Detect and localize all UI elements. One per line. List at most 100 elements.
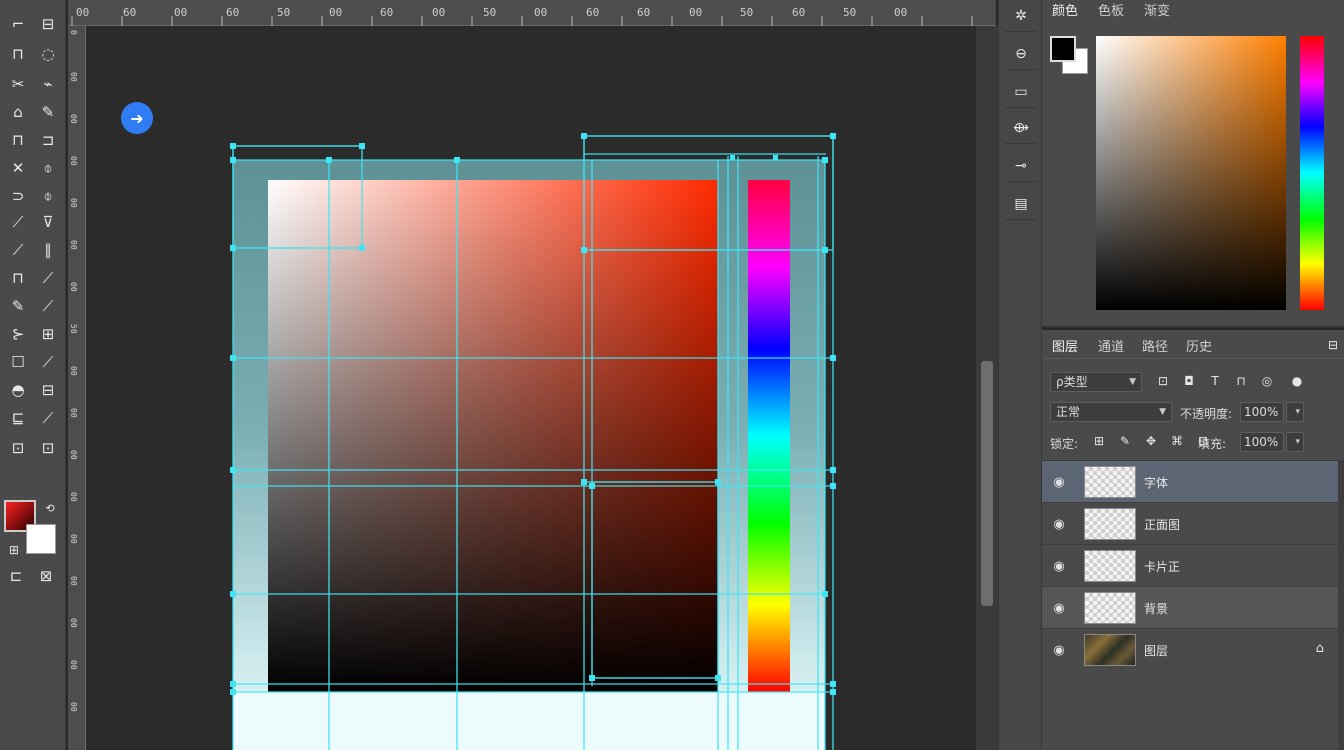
shape-tool-icon[interactable]: ⊡ (6, 436, 30, 460)
eye-icon[interactable]: ◉ (1050, 599, 1068, 617)
ruler-label: 00 (69, 240, 78, 250)
eye-icon[interactable]: ◉ (1050, 515, 1068, 533)
move-tool-icon[interactable]: ⌐ (6, 12, 30, 36)
ruler-label: 0 (69, 30, 78, 35)
layer-row[interactable]: ◉ 图层 ⌂ (1042, 628, 1338, 670)
crop-tool-icon[interactable]: ⌂ (6, 100, 30, 124)
ruler-ticks (71, 16, 973, 26)
frame-tool-icon[interactable]: ⊐ (36, 128, 60, 152)
fill-value: 100% (1244, 435, 1279, 449)
marquee-tool-icon[interactable]: ⊓ (6, 42, 30, 66)
fill-label: 填充: (1198, 437, 1227, 451)
layer-row[interactable]: ◉ 背景 (1042, 586, 1338, 628)
blur-tool-icon[interactable]: ⊱ (6, 322, 30, 346)
tab-color[interactable]: 颜色 (1052, 0, 1078, 19)
ruler-label: 50 (277, 6, 291, 19)
tab-history[interactable]: 历史 (1186, 336, 1212, 355)
type-filter-icon[interactable]: T (1206, 372, 1224, 390)
eye-icon[interactable]: ◉ (1050, 473, 1068, 491)
foreground-color-swatch[interactable] (1050, 36, 1076, 62)
tab-layers[interactable]: 图层 (1052, 336, 1078, 355)
character-icon[interactable]: ⊸ (1005, 150, 1037, 182)
lock-transparent-icon[interactable]: ⊞ (1090, 432, 1108, 450)
path-select-tool-icon[interactable]: ⊑ (6, 406, 30, 430)
paint-bucket-tool-icon[interactable]: ⟋ (36, 294, 60, 318)
libraries-icon[interactable]: ▭ (1005, 76, 1037, 108)
gradient-tool-icon[interactable]: ✎ (6, 294, 30, 318)
pen-tool-icon[interactable]: ◓ (6, 378, 30, 402)
paragraph-icon[interactable]: ▤ (1005, 188, 1037, 220)
slice-tool-icon[interactable]: ⊓ (6, 128, 30, 152)
hue-slider[interactable] (1300, 36, 1324, 310)
opacity-dropdown[interactable]: ▾ (1286, 402, 1304, 422)
quick-select-tool-icon[interactable]: ✂ (6, 72, 30, 96)
bg-eraser-tool-icon[interactable]: ⟋ (36, 266, 60, 290)
swap-colors-icon[interactable]: ⟲ (38, 496, 62, 520)
color-picker-field[interactable] (1096, 36, 1286, 310)
pencil-tool-icon[interactable]: ⌽ (36, 184, 60, 208)
eraser-tool-icon[interactable]: ⊓ (6, 266, 30, 290)
vertical-ruler: 0 00 00 00 00 00 00 50 00 00 00 00 00 00… (68, 26, 86, 750)
properties-icon[interactable]: ✲ (1005, 0, 1037, 32)
healing-tool-icon[interactable]: ✕ (6, 156, 30, 180)
smart-object-filter-icon[interactable]: ◎ (1258, 372, 1276, 390)
history-brush-tool-icon[interactable]: ⟋ (6, 238, 30, 262)
tab-paths[interactable]: 路径 (1142, 336, 1168, 355)
lasso-tool-icon[interactable]: ◌ (36, 42, 60, 66)
adjustment-filter-icon[interactable]: ◘ (1180, 372, 1198, 390)
layer-thumbnail (1084, 466, 1136, 498)
tab-gradients[interactable]: 渐变 (1144, 0, 1170, 19)
fill-dropdown[interactable]: ▾ (1286, 432, 1304, 452)
dodge-tool-icon[interactable]: ☐ (6, 350, 30, 374)
layer-row[interactable]: ◉ 正面图 (1042, 502, 1338, 544)
opacity-field[interactable]: 100% (1240, 402, 1284, 422)
default-colors-icon[interactable]: ⊞ (2, 538, 26, 562)
burn-tool-icon[interactable]: ⟋ (36, 350, 60, 374)
artboard-tool-icon[interactable]: ⊟ (36, 12, 60, 36)
magic-wand-tool-icon[interactable]: ⌁ (36, 72, 60, 96)
clone-stamp-tool-icon[interactable]: ⟋ (6, 210, 30, 234)
pattern-stamp-tool-icon[interactable]: ⊽ (36, 210, 60, 234)
lock-position-icon[interactable]: ✥ (1142, 432, 1160, 450)
canvas-vertical-scrollbar[interactable] (976, 26, 998, 750)
layer-thumbnail (1084, 550, 1136, 582)
layer-row[interactable]: ◉ 字体 (1042, 460, 1338, 502)
lock-artboard-icon[interactable]: ⌘ (1168, 432, 1186, 450)
blend-mode-select[interactable]: 正常 ▼ (1050, 402, 1172, 422)
custom-shape-tool-icon[interactable]: ⊡ (36, 436, 60, 460)
brush-settings-icon[interactable]: ⟴ (1005, 112, 1037, 144)
ruler-label: 00 (69, 408, 78, 418)
fill-field[interactable]: 100% (1240, 432, 1284, 452)
panel-icon-dock: ✲ ⊖ ▭ ⟴ ⊸ ▤ (998, 0, 1042, 750)
filter-toggle-icon[interactable]: ● (1288, 372, 1306, 390)
panel-menu-icon[interactable]: ⊟ (1324, 336, 1342, 354)
tab-swatches[interactable]: 色板 (1098, 0, 1124, 19)
layer-name: 正面图 (1144, 518, 1181, 532)
opacity-label: 不透明度: (1180, 407, 1233, 421)
brush-tool-icon[interactable]: ⊃ (6, 184, 30, 208)
tools-panel: ⌐ ⊟ ⊓ ◌ ✂ ⌁ ⌂ ✎ ⊓ ⊐ ✕ ⌽ ⊃ ⌽ ⟋ ⊽ ⟋ ∥ ⊓ ⟋ … (0, 0, 66, 750)
screen-mode-icon[interactable]: ⊠ (34, 564, 58, 588)
direct-select-tool-icon[interactable]: ⟋ (36, 406, 60, 430)
shape-filter-icon[interactable]: ⊓ (1232, 372, 1250, 390)
eyedropper-tool-icon[interactable]: ✎ (36, 100, 60, 124)
art-history-tool-icon[interactable]: ∥ (36, 238, 60, 262)
layers-scrollbar[interactable] (1338, 460, 1344, 750)
background-color-swatch[interactable] (26, 524, 56, 554)
adjustments-icon[interactable]: ⊖ (1005, 38, 1037, 70)
scrollbar-thumb[interactable] (981, 361, 993, 606)
tab-channels[interactable]: 通道 (1098, 336, 1124, 355)
layer-filter-select[interactable]: ρ类型 ▼ (1050, 372, 1142, 392)
pixel-filter-icon[interactable]: ⊡ (1154, 372, 1172, 390)
document-canvas[interactable]: ➜ (86, 26, 976, 750)
quick-mask-icon[interactable]: ⊏ (4, 564, 28, 588)
type-tool-icon[interactable]: ⊟ (36, 378, 60, 402)
lock-pixels-icon[interactable]: ✎ (1116, 432, 1134, 450)
eye-icon[interactable]: ◉ (1050, 641, 1068, 659)
layer-row[interactable]: ◉ 卡片正 (1042, 544, 1338, 586)
ruler-label: 00 (69, 282, 78, 292)
sharpen-tool-icon[interactable]: ⊞ (36, 322, 60, 346)
eye-icon[interactable]: ◉ (1050, 557, 1068, 575)
ruler-label: 50 (69, 324, 78, 334)
patch-tool-icon[interactable]: ⌽ (36, 156, 60, 180)
